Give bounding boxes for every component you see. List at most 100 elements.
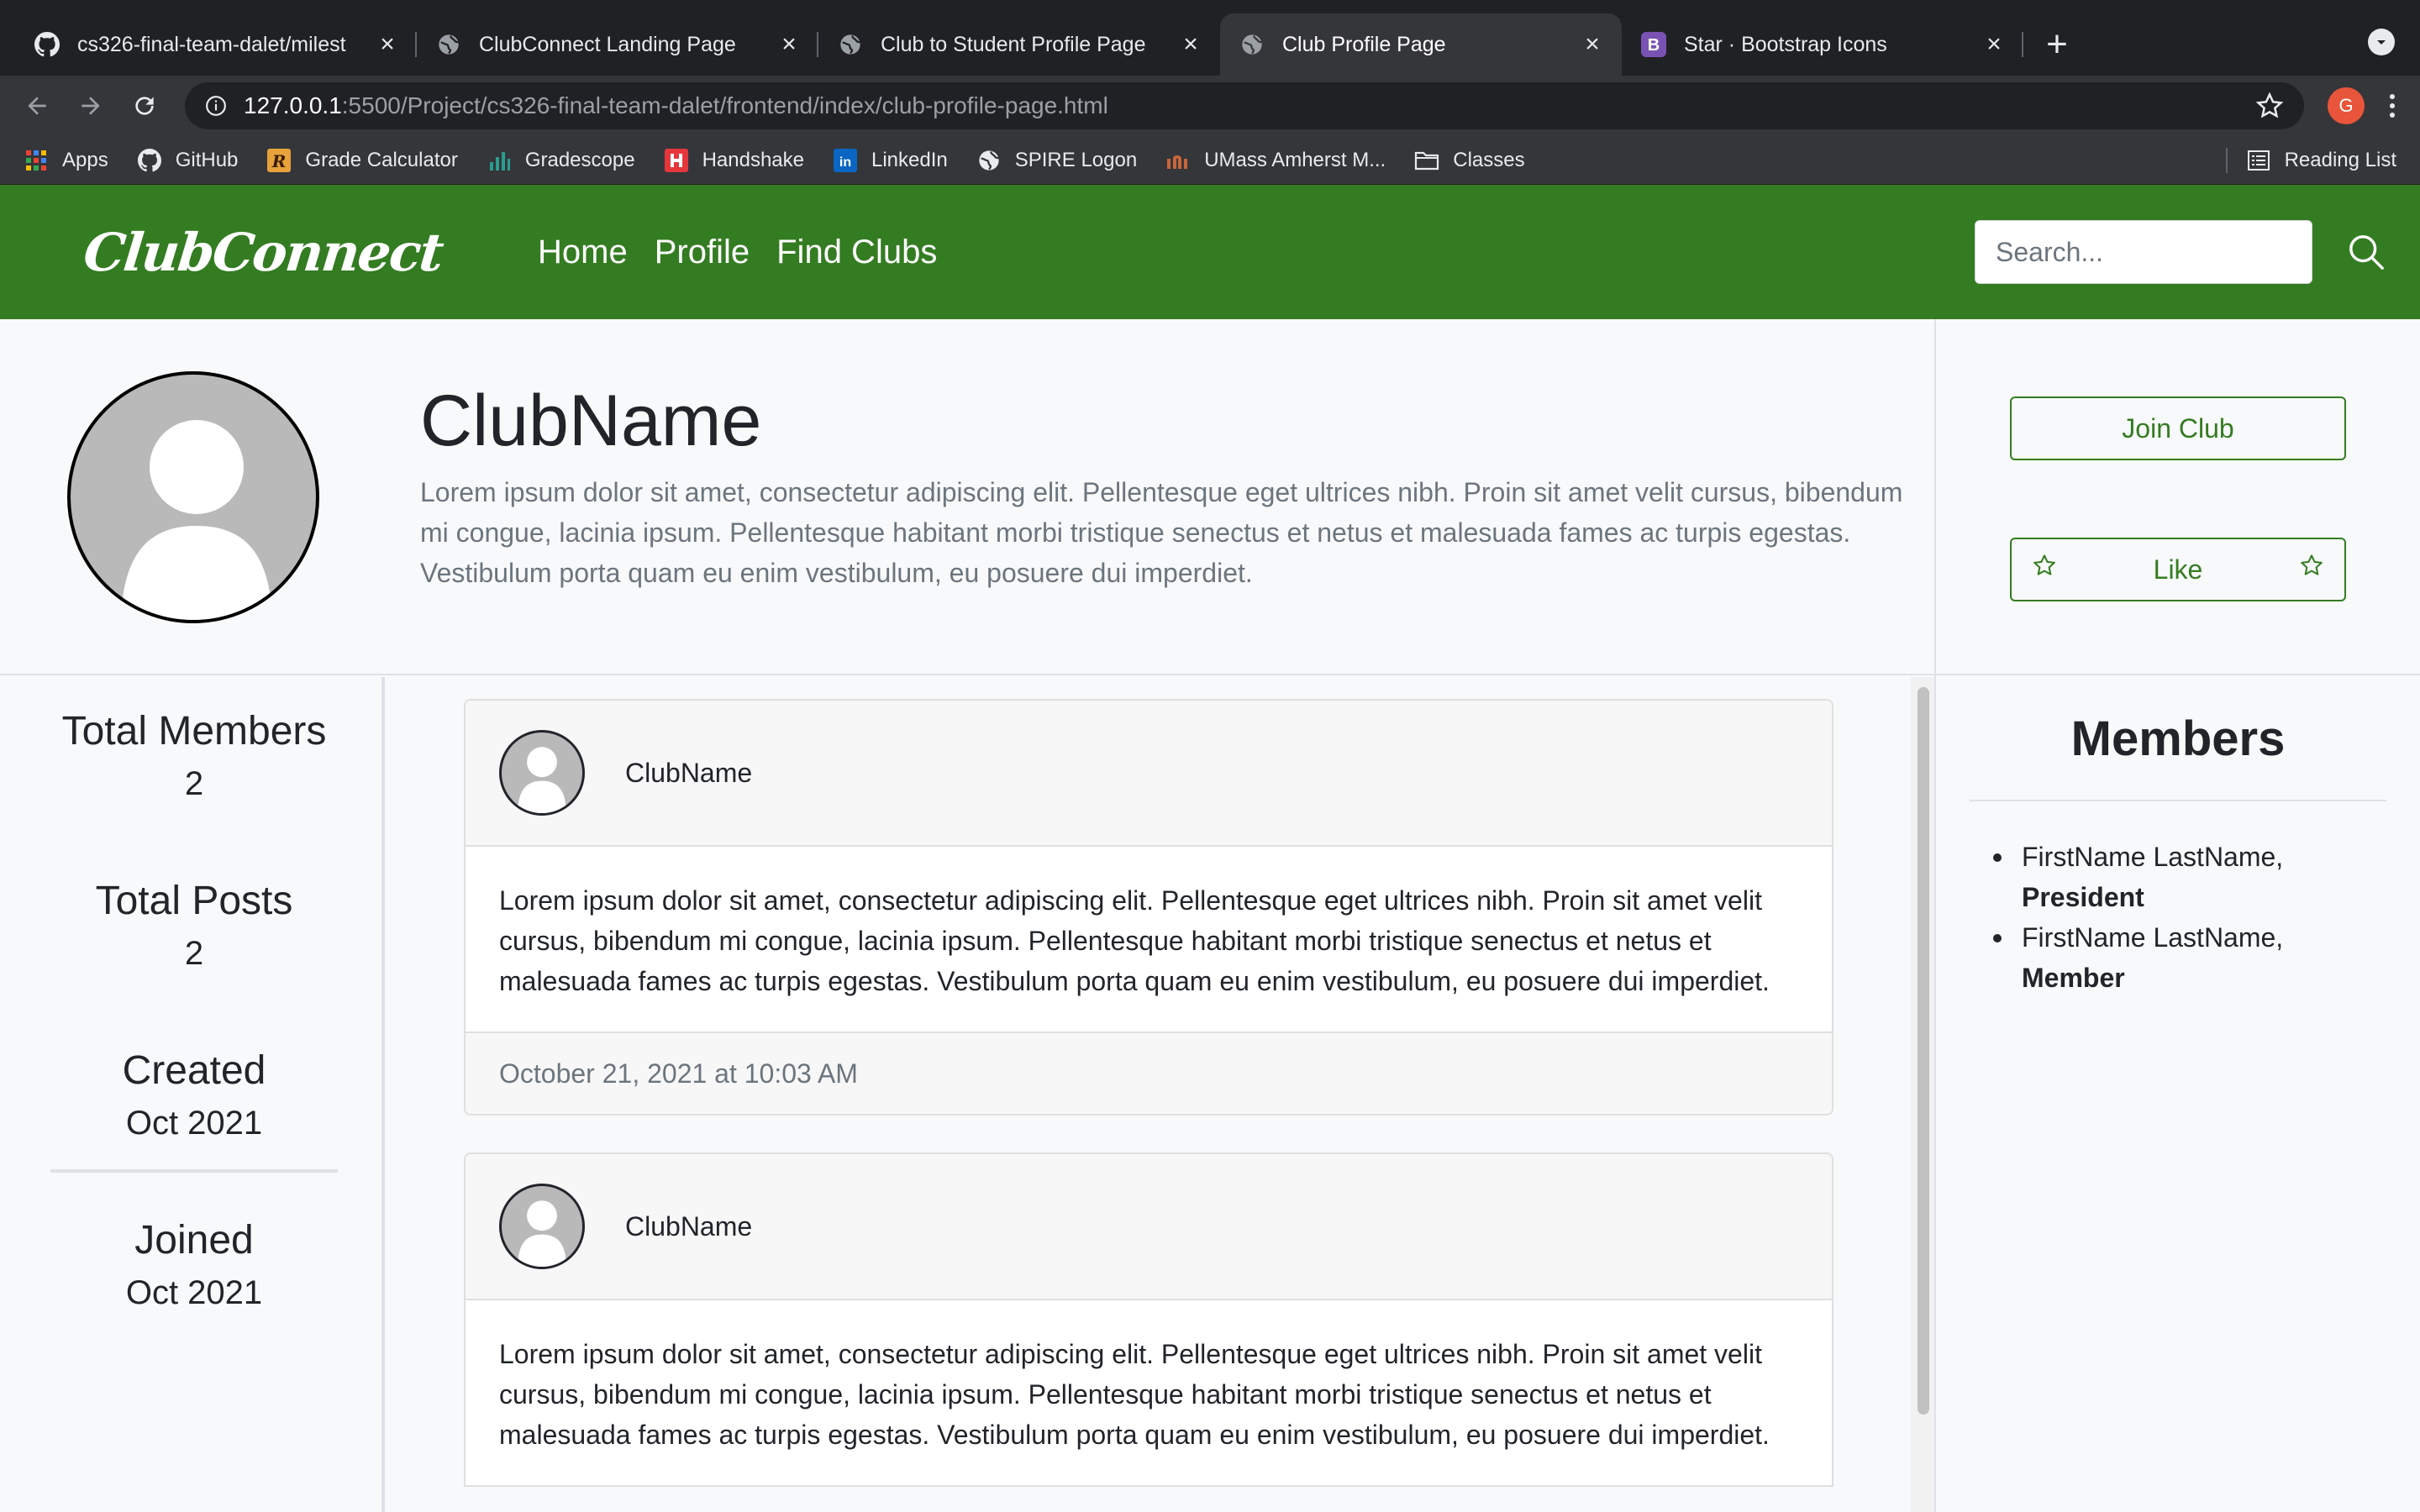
post-author-avatar (499, 1184, 585, 1269)
nav-link-profile[interactable]: Profile (655, 234, 750, 271)
club-profile-page: ClubName Lorem ipsum dolor sit amet, con… (0, 319, 2420, 1512)
stat-total-posts: Total Posts 2 (50, 877, 338, 974)
browser-tab[interactable]: Club to Student Profile Page × (818, 13, 1220, 76)
member-item: FirstName LastName, Member (1988, 917, 2383, 998)
profile-avatar[interactable]: G (2328, 87, 2365, 124)
svg-text:B: B (1648, 36, 1660, 55)
address-bar[interactable]: 127.0.0.1:5500/Project/cs326-final-team-… (185, 82, 2304, 129)
post-body: Lorem ipsum dolor sit amet, consectetur … (499, 885, 1770, 996)
bookmark-label: Apps (62, 148, 108, 171)
globe-icon (435, 31, 462, 58)
back-arrow-icon[interactable] (15, 84, 59, 128)
stat-value: Oct 2021 (125, 1274, 263, 1311)
svg-text:in: in (839, 155, 851, 170)
tab-title: ClubConnect Landing Page (479, 32, 736, 56)
bookmark-label: UMass Amherst M... (1204, 148, 1386, 171)
globe-icon (976, 148, 1002, 173)
like-label: Like (2153, 554, 2203, 585)
member-name: FirstName LastName, (2022, 842, 2284, 872)
bookmark-gradescope[interactable]: Gradescope (487, 148, 635, 173)
reading-list-label: Reading List (2284, 148, 2396, 171)
post-author-avatar (499, 730, 585, 816)
close-icon[interactable]: × (1981, 30, 2007, 58)
bookmark-spire[interactable]: SPIRE Logon (976, 148, 1137, 173)
search-icon[interactable] (2339, 225, 2393, 279)
bookmark-apps[interactable]: Apps (24, 148, 108, 173)
svg-text:R: R (271, 151, 287, 171)
club-description: Lorem ipsum dolor sit amet, consectetur … (420, 477, 1903, 588)
bookmark-handshake[interactable]: Handshake (664, 148, 804, 173)
bookmark-linkedin[interactable]: in LinkedIn (833, 148, 948, 173)
nav-link-find-clubs[interactable]: Find Clubs (776, 234, 937, 271)
tab-title: Club Profile Page (1282, 32, 1446, 56)
forward-arrow-icon[interactable] (69, 84, 113, 128)
globe-icon (1239, 31, 1265, 58)
member-item: FirstName LastName, President (1988, 837, 2383, 917)
bookmark-github[interactable]: GitHub (137, 148, 238, 173)
post-author: ClubName (625, 757, 753, 788)
bookmark-grade-calculator[interactable]: R Grade Calculator (266, 148, 458, 173)
umass-icon (1165, 148, 1191, 173)
reading-list-button[interactable]: Reading List (2246, 148, 2396, 173)
bookmarks-bar: Apps GitHub R Grade Calculator Gradescop… (0, 136, 2420, 185)
browser-tab[interactable]: cs326-final-team-dalet/milest × (15, 13, 417, 76)
info-icon[interactable] (205, 95, 227, 117)
scrollbar-thumb[interactable] (1918, 687, 1929, 1415)
stat-value: Oct 2021 (125, 1105, 263, 1142)
close-icon[interactable]: × (1580, 30, 1605, 58)
stat-value: 2 (184, 935, 204, 972)
close-icon[interactable]: × (375, 30, 400, 58)
member-name: FirstName LastName, (2022, 922, 2284, 953)
stat-label: Created (122, 1048, 266, 1093)
member-role: Member (2022, 963, 2125, 993)
bookmark-label: Classes (1453, 148, 1525, 171)
browser-tab[interactable]: ClubConnect Landing Page × (417, 13, 818, 76)
stat-value: 2 (184, 765, 204, 802)
star-icon (2299, 554, 2324, 585)
club-header: ClubName Lorem ipsum dolor sit amet, con… (0, 319, 1936, 675)
bookmark-label: Handshake (702, 148, 804, 171)
tab-search-icon[interactable] (2368, 29, 2395, 55)
stat-label: Total Members (61, 709, 327, 753)
new-tab-button[interactable]: + (2032, 13, 2082, 76)
globe-icon (837, 31, 864, 58)
nav-link-home[interactable]: Home (538, 234, 628, 271)
bookmark-label: Gradescope (524, 148, 635, 171)
member-role: President (2022, 882, 2144, 912)
bookmark-label: SPIRE Logon (1014, 148, 1138, 171)
bookmark-classes[interactable]: Classes (1414, 148, 1525, 173)
site-navbar: ClubConnect Home Profile Find Clubs (0, 185, 2420, 319)
linkedin-icon: in (833, 148, 858, 173)
club-stats: Total Members 2 Total Posts 2 Created Oc… (0, 677, 385, 1512)
bookmark-umass[interactable]: UMass Amherst M... (1165, 148, 1386, 173)
club-posts-feed: ClubName Lorem ipsum dolor sit amet, con… (388, 677, 1909, 1512)
reload-icon[interactable] (123, 84, 166, 128)
bookmark-star-icon[interactable] (2255, 92, 2284, 120)
stat-created: Created Oct 2021 (50, 1047, 338, 1144)
stat-total-members: Total Members 2 (50, 707, 338, 805)
bookmark-label: Grade Calculator (305, 148, 458, 171)
bookmark-label: LinkedIn (871, 148, 948, 171)
brand-logo[interactable]: ClubConnect (81, 222, 445, 283)
person-icon (518, 1200, 566, 1267)
browser-tab-active[interactable]: Club Profile Page × (1220, 13, 1622, 76)
members-panel: Members FirstName LastName, President Fi… (1936, 677, 2420, 1512)
grade-calculator-icon: R (266, 148, 292, 173)
post-author: ClubName (625, 1210, 753, 1242)
post-timestamp: October 21, 2021 at 10:03 AM (466, 1032, 1832, 1114)
feed-scrollbar[interactable] (1911, 677, 1934, 1512)
browser-tab[interactable]: B Star · Bootstrap Icons × (1622, 13, 2023, 76)
browser-tab-bar: cs326-final-team-dalet/milest × ClubConn… (0, 0, 2420, 76)
search-input[interactable] (1975, 220, 2312, 284)
tab-title: Club to Student Profile Page (881, 32, 1146, 56)
post-card: ClubName Lorem ipsum dolor sit amet, con… (464, 1152, 1833, 1487)
join-club-button[interactable]: Join Club (2010, 396, 2346, 460)
kebab-menu-icon[interactable] (2380, 87, 2405, 124)
close-icon[interactable]: × (1178, 30, 1203, 58)
close-icon[interactable]: × (776, 30, 802, 58)
browser-toolbar: 127.0.0.1:5500/Project/cs326-final-team-… (0, 76, 2420, 136)
post-body: Lorem ipsum dolor sit amet, consectetur … (499, 1339, 1770, 1450)
url-host: 127.0.0.1 (244, 92, 342, 118)
like-button[interactable]: Like (2010, 538, 2346, 601)
star-icon (2032, 554, 2057, 585)
